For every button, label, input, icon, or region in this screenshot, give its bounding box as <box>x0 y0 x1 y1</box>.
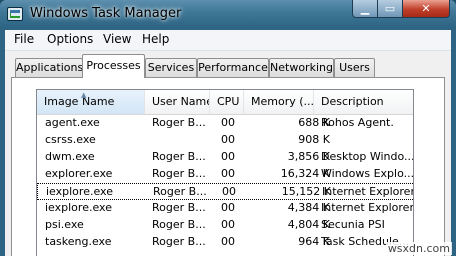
cell-image-name: explorer.exe <box>45 167 113 180</box>
cell-image-name: agent.exe <box>45 116 100 129</box>
tab-users[interactable]: Users <box>334 58 375 77</box>
cell-cpu: 00 <box>222 185 236 198</box>
cell-user-name: Roger B... <box>153 185 207 198</box>
cell-memory: 4,804 K <box>287 218 330 231</box>
cell-memory: 908 K <box>298 133 330 146</box>
table-row[interactable]: agent.exe Roger B... 00 688 K Rohos Agen… <box>37 115 413 132</box>
list-header: ▲ Image Name User Name CPU Memory (... D… <box>37 90 413 115</box>
cell-cpu: 00 <box>221 133 235 146</box>
cell-description: Internet Explorer <box>321 201 414 214</box>
maximize-button[interactable]: ▭ <box>377 0 403 18</box>
cell-memory: 15,152 K <box>281 185 331 198</box>
cell-cpu: 00 <box>221 116 235 129</box>
sort-ascending-icon: ▲ <box>81 91 87 99</box>
window-title: Windows Task Manager <box>30 6 182 21</box>
cell-image-name: dwm.exe <box>45 150 95 163</box>
cell-user-name: Roger B... <box>152 218 206 231</box>
table-row[interactable]: psi.exe Roger B... 00 4,804 K Secunia PS… <box>37 217 413 234</box>
cell-cpu: 00 <box>221 167 235 180</box>
menu-options[interactable]: Options <box>47 32 93 46</box>
table-row[interactable]: taskeng.exe Roger B... 00 964 K Task Sch… <box>37 234 413 251</box>
cell-user-name: Roger B... <box>152 167 206 180</box>
table-row[interactable]: explorer.exe Roger B... 00 16,324 K Wind… <box>37 166 414 183</box>
watermark: wsxdn.com <box>385 242 452 255</box>
table-row-selected[interactable]: iexplore.exe Roger B... 00 15,152 K Inte… <box>37 183 414 200</box>
cell-description: Secunia PSI <box>321 218 385 231</box>
column-cpu[interactable]: CPU <box>210 90 244 114</box>
minimize-button[interactable]: ▁ <box>352 0 378 18</box>
processes-panel: ▲ Image Name User Name CPU Memory (... D… <box>11 77 445 256</box>
cell-memory: 4,384 K <box>287 201 330 214</box>
task-manager-icon <box>7 7 23 21</box>
menu-view[interactable]: View <box>103 32 131 46</box>
cell-memory: 16,324 K <box>280 167 330 180</box>
cell-description: Internet Explorer <box>322 185 414 198</box>
column-label: Image Name <box>44 95 115 108</box>
cell-memory: 3,856 K <box>287 150 330 163</box>
tab-networking[interactable]: Networking <box>269 58 334 77</box>
client-area: File Options View Help Applications Proc… <box>5 30 451 256</box>
menu-help[interactable]: Help <box>142 32 169 46</box>
table-row[interactable]: csrss.exe 00 908 K <box>37 132 413 149</box>
cell-description: Windows Explo... <box>321 167 414 180</box>
cell-user-name: Roger B... <box>152 201 206 214</box>
column-image-name[interactable]: ▲ Image Name <box>37 90 145 114</box>
cell-image-name: taskeng.exe <box>45 235 112 248</box>
cell-memory: 688 K <box>298 116 330 129</box>
cell-user-name: Roger B... <box>152 116 206 129</box>
column-description[interactable]: Description <box>314 90 413 114</box>
cell-user-name: Roger B... <box>152 150 206 163</box>
cell-cpu: 00 <box>221 235 235 248</box>
table-row[interactable]: iexplore.exe Roger B... 00 4,384 K Inter… <box>37 200 414 217</box>
cell-cpu: 00 <box>221 201 235 214</box>
cell-user-name: Roger B... <box>152 235 206 248</box>
menu-file[interactable]: File <box>14 32 34 46</box>
column-memory[interactable]: Memory (... <box>244 90 314 114</box>
tab-applications[interactable]: Applications <box>15 58 83 77</box>
cell-image-name: psi.exe <box>45 218 84 231</box>
cell-cpu: 00 <box>221 218 235 231</box>
cell-image-name: iexplore.exe <box>45 201 112 214</box>
cell-image-name: iexplore.exe <box>46 185 113 198</box>
cell-image-name: csrss.exe <box>45 133 96 146</box>
tab-performance[interactable]: Performance <box>197 58 269 77</box>
menu-bar: File Options View Help <box>5 30 451 51</box>
table-row[interactable]: dwm.exe Roger B... 00 3,856 K Desktop Wi… <box>37 149 414 166</box>
title-bar[interactable]: Windows Task Manager ▁ ▭ ✕ <box>0 0 456 30</box>
tab-strip: Applications Processes Services Performa… <box>5 52 451 78</box>
tab-processes[interactable]: Processes <box>82 54 145 78</box>
close-button[interactable]: ✕ <box>402 0 450 18</box>
column-user-name[interactable]: User Name <box>145 90 210 114</box>
cell-description: Desktop Windo... <box>321 150 414 163</box>
cell-cpu: 00 <box>221 150 235 163</box>
cell-description: Rohos Agent. <box>321 116 394 129</box>
tab-services[interactable]: Services <box>145 58 197 77</box>
process-list[interactable]: ▲ Image Name User Name CPU Memory (... D… <box>36 89 414 256</box>
cell-memory: 964 K <box>298 235 330 248</box>
task-manager-window: Windows Task Manager ▁ ▭ ✕ File Options … <box>0 0 456 256</box>
